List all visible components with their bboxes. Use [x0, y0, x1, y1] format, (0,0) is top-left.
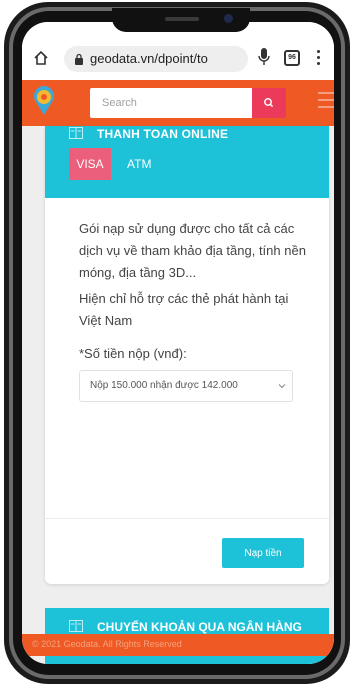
amount-select[interactable]: Nộp 150.000 nhận được 142.000	[79, 370, 293, 402]
card-header: THANH TOAN ONLINE VISA ATM	[45, 126, 329, 198]
card-title: THANH TOAN ONLINE	[97, 127, 229, 141]
book-icon	[69, 620, 83, 632]
lock-icon	[75, 53, 83, 65]
book-icon	[69, 127, 83, 139]
page-content: THANH TOAN ONLINE VISA ATM Gói nạp sử dụ…	[22, 126, 334, 664]
copyright-text: © 2021 Geodata. All Rights Reserved	[32, 639, 182, 649]
divider	[45, 518, 329, 519]
search-input[interactable]	[90, 88, 252, 118]
tab-visa[interactable]: VISA	[69, 148, 111, 180]
more-options-icon[interactable]	[317, 50, 321, 66]
microphone-icon[interactable]	[258, 48, 270, 66]
speaker-grille	[165, 17, 199, 21]
top-up-button[interactable]: Nạp tiền	[222, 538, 304, 568]
search-button[interactable]	[252, 88, 286, 118]
address-bar[interactable]: geodata.vn/dpoint/to	[64, 46, 248, 72]
online-payment-card: THANH TOAN ONLINE VISA ATM Gói nạp sử dụ…	[45, 126, 329, 584]
logo-pin-icon[interactable]	[33, 86, 55, 116]
front-camera	[224, 14, 233, 23]
site-footer: © 2021 Geodata. All Rights Reserved	[22, 634, 334, 656]
site-header	[22, 80, 334, 126]
url-text: geodata.vn/dpoint/to	[90, 51, 208, 66]
chevron-down-icon	[278, 384, 286, 389]
tab-switcher-button[interactable]: 96	[284, 50, 300, 66]
amount-label: *Số tiền nộp (vnđ):	[79, 346, 187, 361]
phone-screen: geodata.vn/dpoint/to 96 Search THANH TOA…	[22, 22, 334, 664]
hamburger-menu-icon[interactable]	[318, 92, 334, 112]
search-icon	[264, 98, 274, 108]
amount-selected-value: Nộp 150.000 nhận được 142.000	[90, 380, 238, 391]
home-icon[interactable]	[33, 50, 49, 66]
tab-atm[interactable]: ATM	[123, 148, 155, 180]
package-description: Gói nạp sử dụng được cho tất cả các dịch…	[79, 221, 306, 280]
bank-card-title: CHUYỂN KHOẢN QUA NGÂN HÀNG	[97, 620, 302, 634]
support-note: Hiện chỉ hỗ trợ các thẻ phát hành tại Vi…	[79, 291, 289, 328]
